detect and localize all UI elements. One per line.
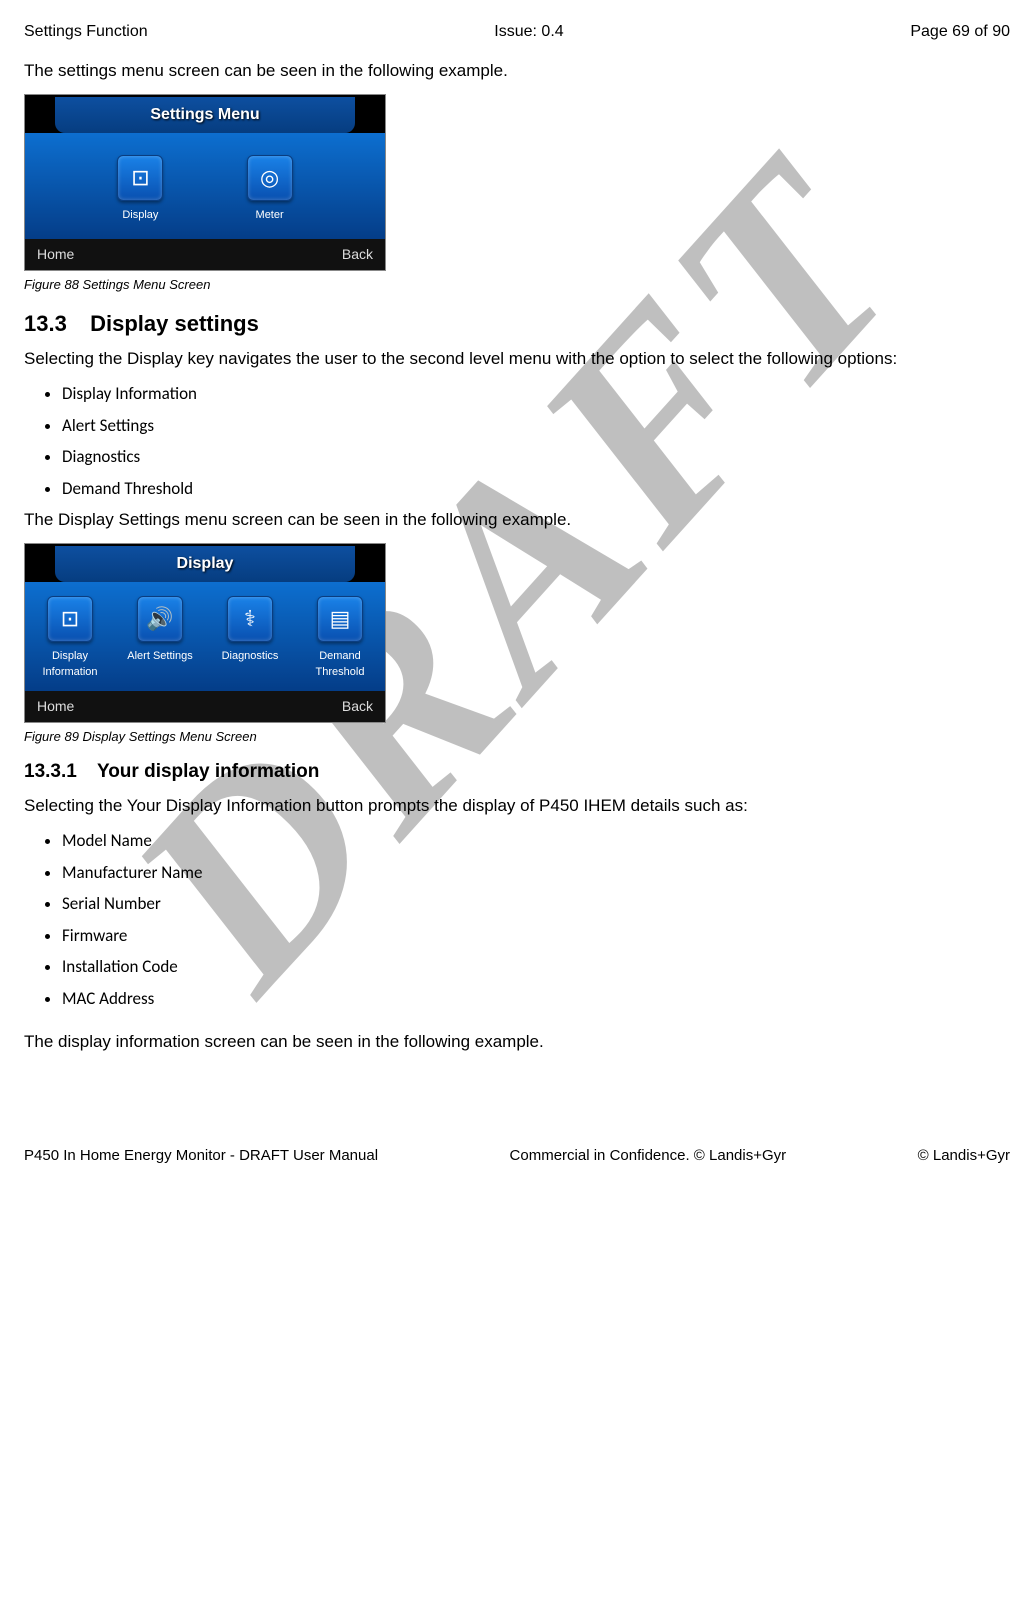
list-item: Model Name xyxy=(62,828,1010,854)
list-item: Diagnostics xyxy=(62,444,1010,470)
footer-left: P450 In Home Energy Monitor - DRAFT User… xyxy=(24,1145,378,1168)
figure-88-device: Settings Menu ⊡ Display ◎ Meter Home Bac… xyxy=(24,94,386,272)
home-button[interactable]: Home xyxy=(37,696,74,717)
back-button[interactable]: Back xyxy=(342,696,373,717)
list-item: MAC Address xyxy=(62,986,1010,1012)
alert-settings-button[interactable]: 🔊 Alert Settings xyxy=(120,596,199,681)
section-title: Display settings xyxy=(90,311,259,336)
demand-icon: ▤ xyxy=(317,596,363,642)
intro-text: The settings menu screen can be seen in … xyxy=(24,58,1010,84)
demand-threshold-button[interactable]: ▤ Demand Threshold xyxy=(300,596,379,681)
device-title: Settings Menu xyxy=(55,97,355,133)
icon-label: Alert Settings xyxy=(120,648,199,665)
diagnostics-icon: ⚕ xyxy=(227,596,273,642)
page-header: Settings Function Issue: 0.4 Page 69 of … xyxy=(24,20,1010,44)
list-item: Manufacturer Name xyxy=(62,860,1010,886)
meter-icon: ◎ xyxy=(247,155,293,201)
device-title: Display xyxy=(55,546,355,582)
display-icon: ⊡ xyxy=(117,155,163,201)
display-info-button[interactable]: ⊡ Display Information xyxy=(30,596,109,681)
section-13-3-heading: 13.3 Display settings xyxy=(24,307,1010,340)
section-13-3-1-tail: The display information screen can be se… xyxy=(24,1029,1010,1055)
home-button[interactable]: Home xyxy=(37,244,74,265)
section-13-3-1-lead: Selecting the Your Display Information b… xyxy=(24,793,1010,819)
section-title: Your display information xyxy=(97,761,319,782)
header-right: Page 69 of 90 xyxy=(910,20,1010,44)
icon-label: Meter xyxy=(230,207,309,224)
settings-icon-display[interactable]: ⊡ Display xyxy=(101,155,180,224)
figure-89-caption: Figure 89 Display Settings Menu Screen xyxy=(24,727,1010,747)
section-number: 13.3 xyxy=(24,307,84,340)
section-number: 13.3.1 xyxy=(24,758,92,787)
alert-icon: 🔊 xyxy=(137,596,183,642)
figure-89-device: Display ⊡ Display Information 🔊 Alert Se… xyxy=(24,543,386,723)
header-center: Issue: 0.4 xyxy=(494,20,563,44)
header-left: Settings Function xyxy=(24,20,148,44)
list-item: Installation Code xyxy=(62,954,1010,980)
icon-label: Diagnostics xyxy=(210,648,289,665)
figure-88-caption: Figure 88 Settings Menu Screen xyxy=(24,275,1010,295)
page-footer: P450 In Home Energy Monitor - DRAFT User… xyxy=(24,1145,1010,1168)
icon-label: Display Information xyxy=(30,648,109,681)
back-button[interactable]: Back xyxy=(342,244,373,265)
list-item: Serial Number xyxy=(62,891,1010,917)
icon-label: Display xyxy=(101,207,180,224)
list-item: Display Information xyxy=(62,381,1010,407)
display-info-icon: ⊡ xyxy=(47,596,93,642)
section-13-3-1-list: Model Name Manufacturer Name Serial Numb… xyxy=(42,828,1010,1011)
list-item: Demand Threshold xyxy=(62,476,1010,502)
icon-label: Demand Threshold xyxy=(300,648,379,681)
list-item: Alert Settings xyxy=(62,413,1010,439)
diagnostics-button[interactable]: ⚕ Diagnostics xyxy=(210,596,289,681)
section-13-3-1-heading: 13.3.1 Your display information xyxy=(24,758,1010,787)
settings-icon-meter[interactable]: ◎ Meter xyxy=(230,155,309,224)
section-13-3-tail: The Display Settings menu screen can be … xyxy=(24,507,1010,533)
section-13-3-list: Display Information Alert Settings Diagn… xyxy=(42,381,1010,501)
footer-right: © Landis+Gyr xyxy=(918,1145,1010,1168)
list-item: Firmware xyxy=(62,923,1010,949)
section-13-3-lead: Selecting the Display key navigates the … xyxy=(24,346,1010,372)
footer-center: Commercial in Confidence. © Landis+Gyr xyxy=(510,1145,787,1168)
